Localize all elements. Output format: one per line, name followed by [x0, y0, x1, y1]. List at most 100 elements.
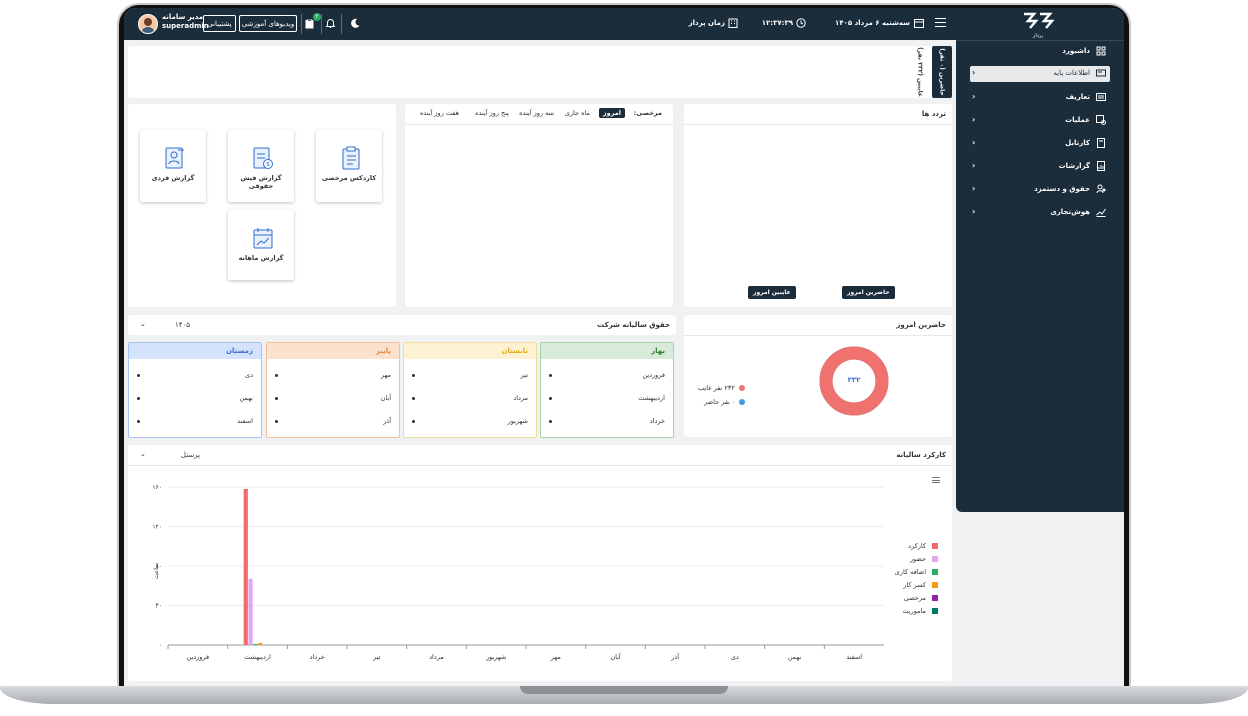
legend-swatch — [932, 595, 938, 601]
sidebar-item-base-info[interactable]: اطلاعات پایه ‹ — [970, 66, 1110, 82]
bar — [253, 644, 258, 645]
time-text: ۱۲:۳۷:۳۹ — [761, 19, 793, 27]
season-title: تابستان — [404, 343, 536, 359]
report-card-label: کاردکس مرخصی — [321, 174, 377, 182]
bar — [248, 578, 253, 645]
season-card: زمستان دی بهمن اسفند — [128, 342, 262, 438]
tab-five-days[interactable]: پنج روز آینده — [475, 109, 509, 117]
legend-absent: ۲۳۲ نفر غایب — [698, 384, 745, 392]
x-tick-label: فروردین — [187, 653, 210, 661]
month-label: خرداد — [649, 417, 665, 425]
sidebar-item-bi[interactable]: هوش‌تجاری ‹ — [970, 205, 1110, 221]
date-text: سه‌شنبه ۶ مرداد ۱۴۰۵ — [835, 19, 910, 27]
support-label: پشتیبانی — [207, 20, 232, 28]
legend-item[interactable]: ماموریت — [902, 607, 938, 615]
donut-center-value: ۲۳۲ — [847, 376, 861, 384]
x-tick-label: خرداد — [310, 653, 325, 661]
timezone-label: زمان پرداز — [688, 19, 725, 27]
clock-icon — [796, 18, 806, 28]
season-card: بهار فروردین اردیبهشت خرداد — [540, 342, 674, 438]
bullet-dot — [137, 420, 140, 423]
season-month-row: مهر — [275, 371, 391, 381]
legend-swatch — [932, 556, 938, 562]
laptop-base — [0, 686, 1248, 716]
y-tick-label: ۰ — [159, 642, 162, 649]
report-card-payslip[interactable]: $ گزارش فیش حقوقی — [228, 130, 294, 202]
month-label: تیر — [520, 371, 528, 379]
season-month-row: آبان — [275, 394, 391, 404]
support-button[interactable]: پشتیبانی — [203, 15, 236, 32]
present-today-button[interactable]: حاضرین امروز — [842, 286, 895, 299]
report-card-label: گزارش ماهانه — [238, 254, 284, 262]
trend-icon — [1096, 208, 1106, 217]
x-tick-label: تیر — [372, 653, 381, 661]
y-axis-label: ساعت — [153, 563, 160, 579]
legend-item[interactable]: اضافه کاری — [895, 568, 938, 576]
season-month-row: اردیبهشت — [549, 394, 665, 404]
leave-label: مرخصی: — [633, 109, 662, 117]
bullet-dot — [137, 374, 140, 377]
bell-icon[interactable] — [326, 18, 335, 28]
tab-three-days[interactable]: سه روز آینده — [519, 109, 554, 117]
report-card-monthly[interactable]: گزارش ماهانه — [228, 210, 294, 280]
chevron-left-icon: ‹ — [972, 68, 976, 77]
presence-strip: حاضرین (۰ نفر) غایبین (۲۳۲ نفر) — [128, 46, 952, 98]
chevron-left-icon: ‹ — [972, 207, 976, 216]
sidebar-item-label: هوش‌تجاری — [1050, 208, 1090, 216]
monthly-chart-icon — [253, 228, 273, 249]
legend-item[interactable]: مرخصی — [904, 594, 938, 602]
chevron-left-icon: ‹ — [972, 92, 976, 101]
month-label: آذر — [383, 417, 391, 425]
legend-item[interactable]: کسر کار — [903, 581, 938, 589]
app-screen: پرداز داشبورد اطلاعات پایه ‹ تعاریف ‹ عم… — [124, 8, 1124, 686]
chevron-down-icon: ⌄ — [140, 450, 146, 458]
sidebar-item-operations[interactable]: عملیات ‹ — [970, 113, 1110, 129]
tab-present[interactable]: حاضرین (۰ نفر) — [932, 46, 952, 98]
sidebar-item-cartable[interactable]: کارتابل ‹ — [970, 136, 1110, 152]
tab-seven-days[interactable]: هفت روز آینده — [420, 109, 459, 117]
logo: پرداز — [1020, 12, 1056, 39]
traffic-panel: تردد ها حاضرین امروز غایبین امروز — [684, 104, 952, 307]
sidebar-item-payroll[interactable]: حقوق و دستمزد ‹ — [970, 182, 1110, 198]
payroll-icon — [1096, 184, 1106, 194]
report-card-leave[interactable]: کاردکس مرخصی — [316, 130, 382, 202]
legend-item[interactable]: حضور — [910, 555, 938, 563]
x-tick-label: اردیبهشت — [244, 653, 271, 661]
tab-absent[interactable]: غایبین (۲۳۲ نفر) — [910, 46, 930, 98]
sidebar-item-label: کارتابل — [1065, 139, 1090, 147]
month-label: مرداد — [513, 394, 528, 402]
bullet-dot — [549, 397, 552, 400]
season-month-row: آذر — [275, 417, 391, 427]
videos-label: ویدیوهای آموزشی — [241, 20, 295, 28]
bullet-dot — [412, 420, 415, 423]
report-card-label: گزارش فیش حقوقی — [240, 174, 282, 190]
clipboard-icon[interactable] — [305, 19, 314, 29]
top-bar: سه‌شنبه ۶ مرداد ۱۴۰۵ ۱۲:۳۷:۳۹ زمان پرداز… — [124, 8, 956, 40]
legend-swatch — [932, 582, 938, 588]
season-month-row: اسفند — [137, 417, 253, 427]
month-label: فروردین — [642, 371, 665, 379]
chevron-down-icon: ⌄ — [140, 320, 146, 328]
notif-badge: ۴ — [313, 13, 321, 21]
absent-today-button[interactable]: غایبین امروز — [748, 286, 796, 299]
season-card: تابستان تیر مرداد شهریور — [403, 342, 537, 438]
legend-item[interactable]: کارکرد — [908, 542, 938, 550]
grid-icon — [1096, 46, 1106, 56]
tab-current-month[interactable]: ماه جاری — [565, 109, 590, 117]
clipboard-list-icon — [342, 146, 360, 170]
sidebar-item-label: عملیات — [1065, 116, 1090, 124]
sidebar-item-definitions[interactable]: تعاریف ‹ — [970, 90, 1110, 106]
report-card-individual[interactable]: گزارش فردی — [140, 130, 206, 202]
sidebar-item-reports[interactable]: گزارشات ‹ — [970, 159, 1110, 175]
sidebar: پرداز داشبورد اطلاعات پایه ‹ تعاریف ‹ عم… — [956, 8, 1124, 512]
videos-button[interactable]: ویدیوهای آموزشی — [239, 15, 297, 32]
sidebar-item-dashboard[interactable]: داشبورد — [970, 44, 1110, 60]
y-tick-label: ۱۶۰ — [152, 484, 162, 491]
month-label: اسفند — [237, 417, 253, 425]
avatar[interactable] — [138, 14, 158, 34]
menu-icon[interactable] — [935, 18, 946, 27]
x-tick-label: شهریور — [485, 653, 506, 661]
moon-icon[interactable] — [350, 18, 360, 28]
tab-today[interactable]: امروز — [598, 108, 625, 118]
bullet-dot — [412, 397, 415, 400]
